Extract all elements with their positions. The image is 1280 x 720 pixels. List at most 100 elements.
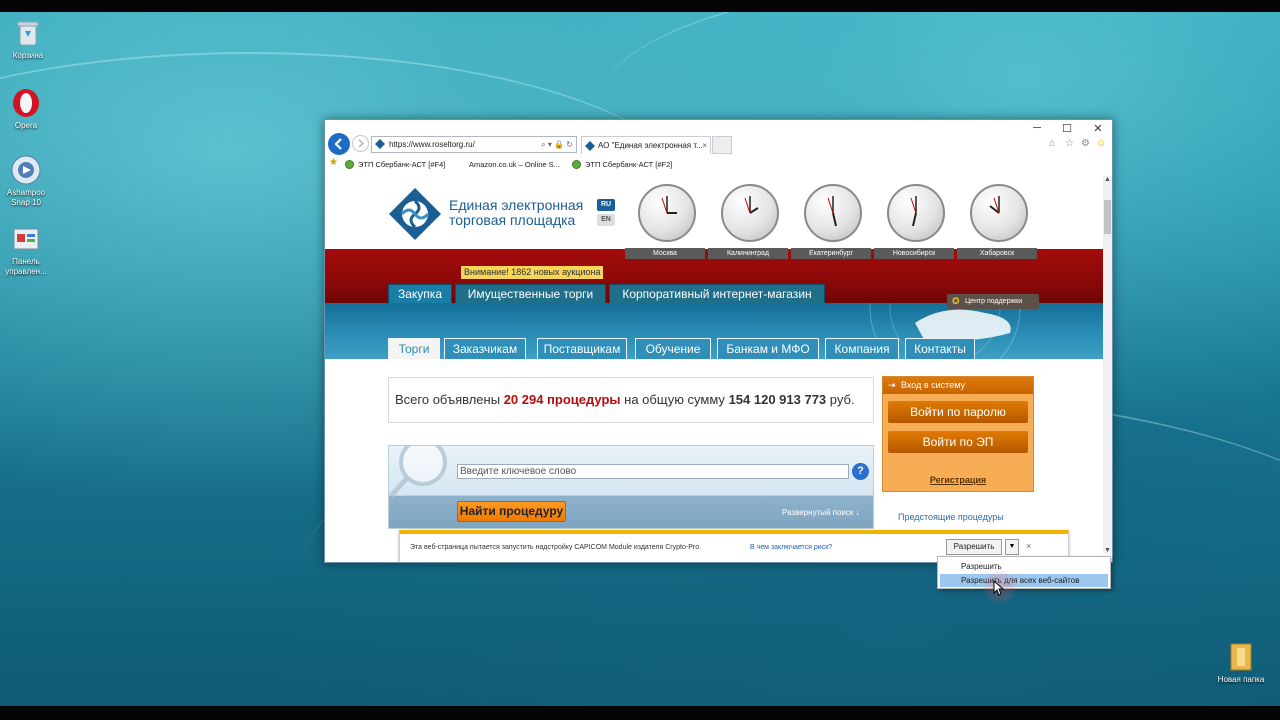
favorite-label: Amazon.co.uk – Online S... xyxy=(469,160,560,169)
forward-arrow-icon xyxy=(358,139,365,148)
favorites-add-star-icon[interactable]: ★ xyxy=(329,157,338,168)
login-panel: ⇥ Вход в систему Войти по паролю Войти п… xyxy=(882,376,1034,492)
home-icon[interactable]: ⌂ xyxy=(1049,138,1055,149)
login-password-button[interactable]: Войти по паролю xyxy=(888,401,1028,423)
favorite-label: ЭТП Сбербанк-АСТ [#F4] xyxy=(358,160,446,169)
support-icon: ✪ xyxy=(952,296,960,306)
screen-top-edge xyxy=(0,0,1280,12)
support-label: Центр поддержки xyxy=(965,298,1023,305)
clock-face xyxy=(887,184,945,242)
lang-en-button[interactable]: EN xyxy=(597,214,615,226)
scroll-up-icon[interactable]: ▲ xyxy=(1103,176,1112,183)
address-tools-icon[interactable]: ⌕ ▾ 🔒 ↻ xyxy=(541,137,573,152)
desktop-icon-label: Ashampoo Snap 10 xyxy=(6,188,46,207)
favorites-bar: ★ ЭТП Сбербанк-АСТ [#F4] Amazon.co.uk – … xyxy=(325,156,1112,173)
find-procedure-button[interactable]: Найти процедуру xyxy=(457,501,566,522)
menu-item-allow[interactable]: Разрешить xyxy=(940,560,1108,573)
scrollbar-thumb[interactable] xyxy=(1104,200,1111,234)
forward-button[interactable] xyxy=(352,135,369,152)
tab-training[interactable]: Обучение xyxy=(635,338,711,359)
stats-text: Всего объявлены xyxy=(395,392,501,407)
extended-search-link[interactable]: Развернутый поиск ↓ xyxy=(782,508,860,517)
login-icon: ⇥ xyxy=(888,380,896,390)
desktop-icon-new-folder[interactable]: Новая папка xyxy=(1213,642,1269,685)
risk-info-link[interactable]: В чем заключается риск? xyxy=(750,544,832,551)
help-icon[interactable]: ? xyxy=(852,463,869,480)
tab-company[interactable]: Компания xyxy=(825,338,899,359)
address-url: https://www.roseltorg.ru/ xyxy=(389,140,475,149)
procedures-summary: Всего объявлены 20 294 процедуры на общу… xyxy=(388,377,874,423)
favorite-link[interactable]: Amazon.co.uk – Online S... xyxy=(469,160,560,169)
auction-notice[interactable]: Внимание! 1862 новых аукциона xyxy=(461,266,604,279)
back-button[interactable] xyxy=(328,133,350,155)
recycle-bin-icon xyxy=(13,18,43,48)
tab-zakupka[interactable]: Закупка xyxy=(388,284,452,303)
site-logo-text[interactable]: Единая электронная торговая площадка xyxy=(449,198,583,228)
stats-count: 20 294 процедуры xyxy=(503,392,621,407)
desktop-icon-label: Корзина xyxy=(12,51,44,60)
gear-icon[interactable]: ⚙ xyxy=(1081,138,1090,149)
page-scrollbar[interactable]: ▲ ▼ xyxy=(1103,176,1112,554)
minimize-button[interactable]: ─ xyxy=(1022,122,1052,134)
control-panel-icon xyxy=(11,224,41,254)
tab-close-icon[interactable]: × xyxy=(702,137,707,154)
support-center-button[interactable]: ✪ Центр поддержки xyxy=(947,294,1039,309)
desktop-icon-opera[interactable]: Opera xyxy=(0,88,54,131)
address-bar[interactable]: https://www.roseltorg.ru/ ⌕ ▾ 🔒 ↻ xyxy=(371,136,577,153)
folder-icon xyxy=(1226,642,1256,672)
desktop-icon-ashampoo[interactable]: Ashampoo Snap 10 xyxy=(0,155,54,208)
login-ep-button[interactable]: Войти по ЭП xyxy=(888,431,1028,453)
tab-roseltorg[interactable]: АО "Единая электронная т... × xyxy=(581,136,711,154)
keyword-search-input[interactable]: Введите ключевое слово xyxy=(457,464,849,479)
favorite-label: ЭТП Сбербанк-АСТ [#F2] xyxy=(585,160,673,169)
desktop-icon-recycle-bin[interactable]: Корзина xyxy=(0,18,56,61)
tab-customers[interactable]: Заказчикам xyxy=(444,338,526,359)
desktop-icon-label: Новая папка xyxy=(1217,675,1265,684)
opera-icon xyxy=(11,88,41,118)
tab-contacts[interactable]: Контакты xyxy=(905,338,975,359)
clock-face xyxy=(970,184,1028,242)
upcoming-procedures-link[interactable]: Предстоящие процедуры xyxy=(898,512,1004,522)
favorites-star-icon[interactable]: ☆ xyxy=(1065,138,1074,149)
tab-property-auctions[interactable]: Имущественные торги xyxy=(455,284,606,303)
clock-city-label: Калининград xyxy=(708,248,788,259)
clock-face xyxy=(721,184,779,242)
clock-face xyxy=(638,184,696,242)
clock-city-label: Екатеринбург xyxy=(791,248,871,259)
clock-city-label: Новосибирск xyxy=(874,248,954,259)
favorite-link[interactable]: ЭТП Сбербанк-АСТ [#F2] xyxy=(572,160,672,169)
globe-map-decoration xyxy=(869,303,1021,359)
login-title-text: Вход в систему xyxy=(901,380,965,390)
allow-dropdown-button[interactable]: ▼ xyxy=(1005,539,1019,555)
smiley-feedback-icon[interactable]: ☺ xyxy=(1096,138,1106,149)
maximize-button[interactable]: ☐ xyxy=(1052,122,1082,135)
desktop-icon-label: Панель управлен... xyxy=(5,257,47,276)
site-logo-icon[interactable] xyxy=(387,186,443,242)
tab-title: АО "Единая электронная т... xyxy=(598,141,703,150)
menu-item-allow-all-sites[interactable]: Разрешить для всех веб-сайтов xyxy=(940,574,1108,587)
login-title: ⇥ Вход в систему xyxy=(883,377,1033,394)
desktop-icon-control-panel[interactable]: Панель управлен... xyxy=(0,224,54,277)
close-window-button[interactable]: ✕ xyxy=(1083,122,1112,135)
stats-sum: 154 120 913 773 xyxy=(728,392,827,407)
lang-ru-button[interactable]: RU xyxy=(597,199,615,211)
tab-banks[interactable]: Банкам и МФО xyxy=(717,338,819,359)
tab-corporate-shop[interactable]: Корпоративный интернет-магазин xyxy=(609,284,825,303)
stats-currency: руб. xyxy=(829,392,855,407)
new-tab-button[interactable] xyxy=(712,136,732,154)
register-link[interactable]: Регистрация xyxy=(883,475,1033,485)
tab-torgi[interactable]: Торги xyxy=(388,338,440,359)
tab-favicon-icon xyxy=(585,140,595,154)
allow-options-menu: Разрешить Разрешить для всех веб-сайтов xyxy=(937,556,1111,589)
browser-window: https://www.roseltorg.ru/ ⌕ ▾ 🔒 ↻ АО "Ед… xyxy=(324,119,1113,563)
scroll-down-icon[interactable]: ▼ xyxy=(1103,547,1112,554)
notification-close-icon[interactable]: × xyxy=(1026,541,1031,551)
addon-message: Эта веб-страница пытается запустить надс… xyxy=(410,544,702,551)
allow-button[interactable]: Разрешить xyxy=(946,539,1002,555)
logo-line: торговая площадка xyxy=(449,212,576,228)
favorite-link[interactable]: ЭТП Сбербанк-АСТ [#F4] xyxy=(345,160,445,169)
desktop-icon-label: Opera xyxy=(14,121,38,130)
clock-city-label: Хабаровск xyxy=(957,248,1037,259)
clock-face xyxy=(804,184,862,242)
tab-suppliers[interactable]: Поставщикам xyxy=(537,338,627,359)
